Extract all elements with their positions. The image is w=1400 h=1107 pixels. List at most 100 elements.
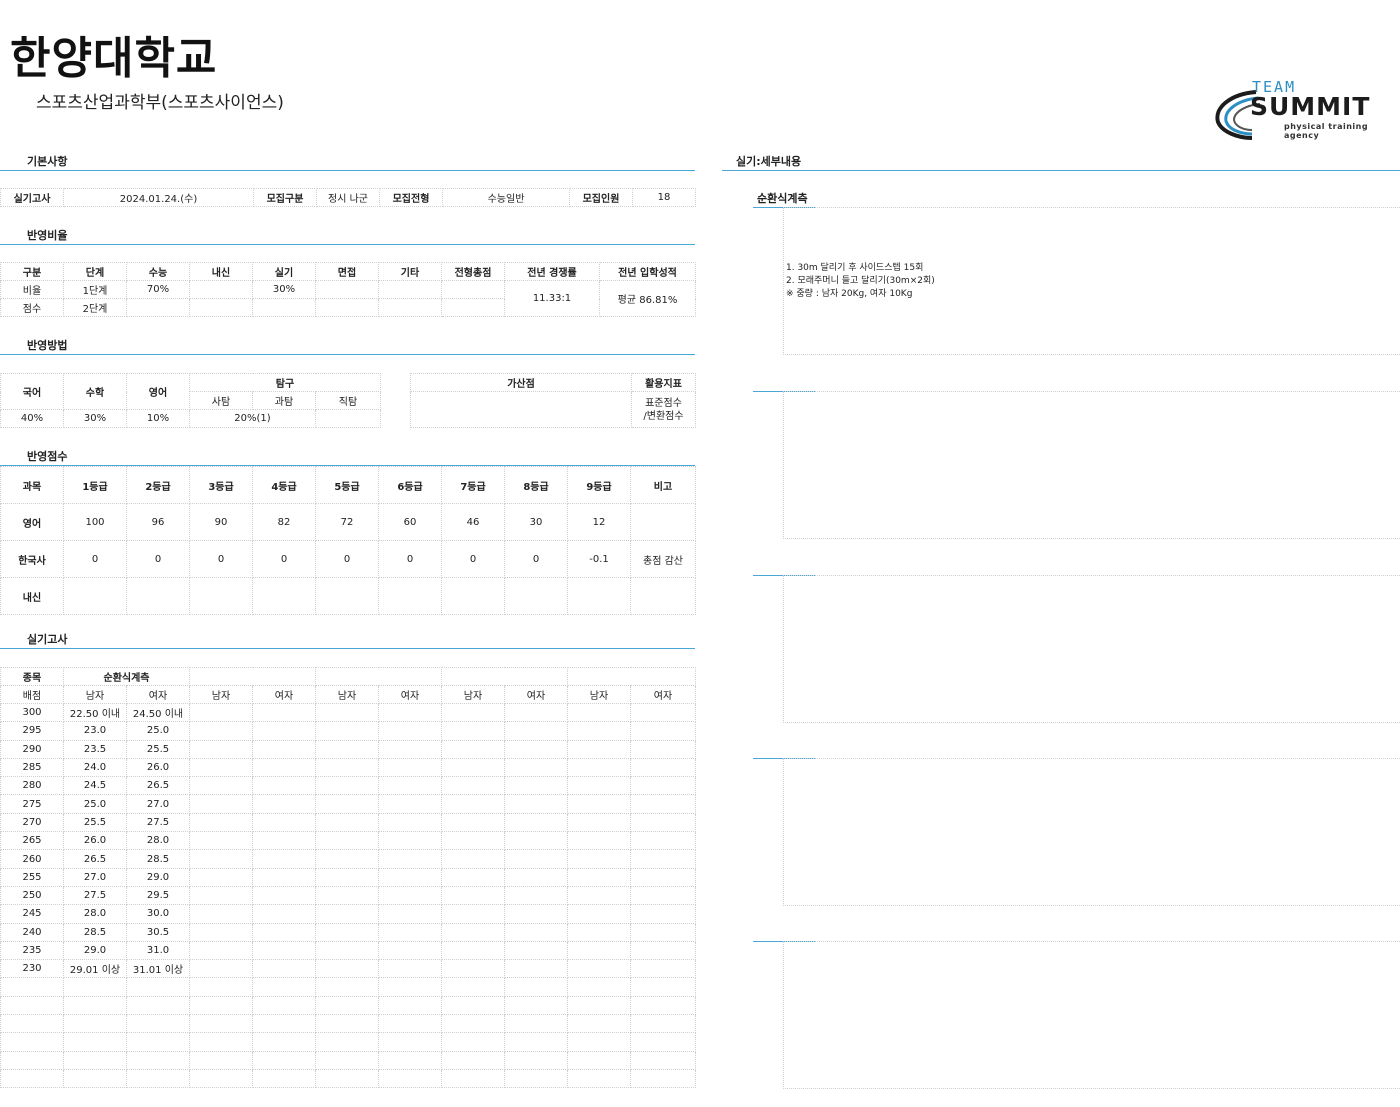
section-basic-heading: 기본사항 (27, 155, 68, 168)
exam-male-value: 23.0 (63, 721, 127, 741)
exam-score-value: 295 (0, 721, 64, 741)
exam-row (0, 977, 696, 997)
exam-male-value: 27.5 (63, 885, 127, 906)
exam-empty-cell (315, 812, 379, 833)
exam-empty-cell (504, 940, 568, 961)
ratio-header: 전년 경쟁률 (504, 262, 600, 281)
score-cell: 82 (252, 503, 316, 541)
exam-male-value: 27.0 (63, 867, 127, 887)
exam-row (0, 1068, 696, 1089)
exam-empty-cell (315, 977, 379, 997)
exam-male-label: 남자 (315, 685, 379, 704)
exam-empty-cell (252, 831, 316, 851)
exam-empty-cell (567, 721, 631, 741)
bonus-label: 가산점 (410, 373, 632, 392)
detail-box-2 (783, 391, 1400, 539)
detail-line-2: 2. 모래주머니 들고 달리기(30m×2회) (786, 276, 935, 286)
exam-empty-cell (252, 702, 316, 723)
exam-empty-cell (189, 885, 253, 906)
exam-female-label: 여자 (504, 685, 568, 704)
score-cell (378, 577, 442, 615)
method-korean: 국어 (0, 373, 64, 410)
exam-empty-cell (504, 757, 568, 778)
exam-empty-cell (441, 867, 505, 887)
exam-empty-cell (378, 757, 442, 778)
score-cell: 0 (252, 540, 316, 578)
exam-male-value: 28.5 (63, 922, 127, 942)
exam-row: 235 29.0 31.0 (0, 940, 696, 961)
exam-empty-cell (0, 1014, 64, 1034)
exam-female-value: 25.5 (126, 739, 190, 759)
exam-empty-cell (126, 977, 190, 997)
score-header-row: 과목 1등급 2등급 3등급 4등급 5등급 6등급 7등급 8등급 9등급 비… (0, 466, 696, 504)
exam-empty-cell (567, 831, 631, 851)
exam-empty-cell (567, 702, 631, 723)
group-label: 모집구분 (253, 188, 317, 207)
exam-empty-cell (189, 812, 253, 833)
exam-female-value: 29.0 (126, 867, 190, 887)
method-english: 영어 (126, 373, 190, 410)
score-cell (315, 577, 379, 615)
score-cell (189, 577, 253, 615)
method-table: 국어 수학 영어 탐구 사탐 과탐 직탐 40% 30% 10% 20%(1) (0, 373, 381, 428)
score-cell: 96 (126, 503, 190, 541)
exam-empty-cell (567, 867, 631, 887)
score-row-history: 한국사 0 0 0 0 0 0 0 0 -0.1 총점 감산 (0, 540, 696, 578)
logo-summit-text: SUMMIT (1250, 92, 1371, 121)
logo-sub-text: physical training agency (1284, 122, 1369, 140)
exam-event-name: 순환식계측 (63, 667, 190, 686)
section-exam-heading: 실기고사 (27, 633, 68, 646)
score-header: 7등급 (441, 466, 505, 504)
exam-empty-cell (504, 812, 568, 833)
exam-female-value: 27.5 (126, 812, 190, 833)
score-header: 5등급 (315, 466, 379, 504)
exam-empty-cell (252, 867, 316, 887)
exam-empty-cell (252, 794, 316, 814)
exam-female-value: 30.0 (126, 904, 190, 924)
exam-empty-cell (315, 904, 379, 924)
score-cell (504, 577, 568, 615)
circuit-heading: 순환식계측 (757, 192, 808, 205)
exam-empty-cell (378, 904, 442, 924)
exam-score-value: 275 (0, 794, 64, 814)
exam-empty-cell (189, 1014, 253, 1034)
exam-empty-cell (441, 1068, 505, 1089)
exam-empty-cell (63, 1014, 127, 1034)
exam-male-value: 29.01 이상 (63, 959, 127, 979)
exam-empty-cell (189, 867, 253, 887)
basic-info-table: 실기고사 2024.01.24.(수) 모집구분 정시 나군 모집전형 수능일반… (0, 188, 696, 207)
score-cell: 0 (378, 540, 442, 578)
exam-empty-cell (315, 867, 379, 887)
score-cell (630, 577, 696, 615)
exam-empty-cell (189, 702, 253, 723)
exam-score-value: 250 (0, 885, 64, 906)
exam-empty-cell (378, 940, 442, 961)
exam-row: 260 26.5 28.5 (0, 849, 696, 869)
exam-empty-cell (441, 959, 505, 979)
exam-empty-cell (630, 1068, 696, 1089)
score-cell: 0 (189, 540, 253, 578)
exam-score-label: 배점 (0, 685, 64, 704)
exam-empty-cell (504, 867, 568, 887)
exam-empty-cell (441, 904, 505, 924)
exam-male-value: 23.5 (63, 739, 127, 759)
team-summit-logo: TEAM SUMMIT physical training agency (1212, 78, 1392, 140)
exam-empty-cell (630, 904, 696, 924)
exam-score-value: 230 (0, 959, 64, 979)
ratio-cell: 1단계 (63, 280, 127, 299)
exam-empty-cell (567, 959, 631, 979)
exam-empty-cell (126, 995, 190, 1016)
index-value: 표준점수 /변환점수 (631, 391, 696, 428)
exam-empty-cell (378, 867, 442, 887)
exam-empty-cell (378, 977, 442, 997)
ratio-cell (441, 298, 505, 317)
exam-empty-cell (63, 1050, 127, 1070)
exam-row (0, 995, 696, 1016)
exam-empty-cell (189, 849, 253, 869)
exam-empty-cell (378, 1032, 442, 1052)
score-cell: 한국사 (0, 540, 64, 578)
exam-empty-cell (252, 959, 316, 979)
exam-female-value: 24.50 이내 (126, 702, 190, 723)
score-cell (630, 503, 696, 541)
exam-female-value: 30.5 (126, 922, 190, 942)
